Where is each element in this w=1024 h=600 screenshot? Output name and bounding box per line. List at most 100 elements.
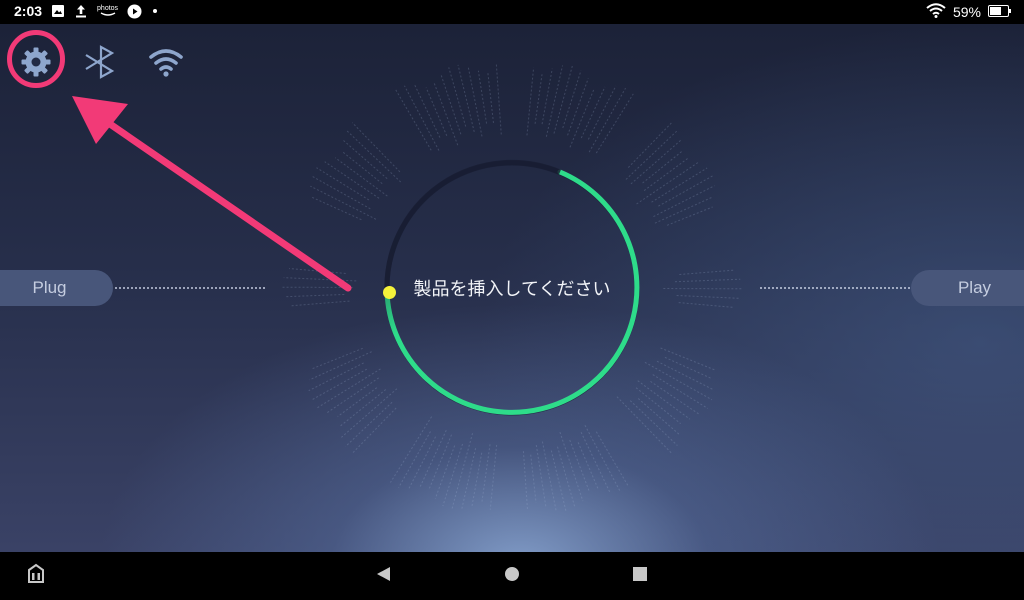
insert-product-prompt: 製品を挿入してください <box>413 279 611 300</box>
amazon-photos-icon: photos <box>97 5 118 17</box>
right-connector-line <box>760 287 910 289</box>
app-screen: Plug Play 製品を挿入してください <box>0 24 1024 552</box>
tick-mark <box>541 441 557 511</box>
tick-mark <box>283 277 357 282</box>
play-button-label: Play <box>957 278 992 297</box>
tick-mark <box>674 278 741 283</box>
tick-mark <box>345 401 393 447</box>
tick-mark <box>342 139 388 180</box>
tick-mark <box>404 85 440 151</box>
tick-mark <box>567 78 589 136</box>
image-icon <box>51 4 65 18</box>
tick-mark <box>317 368 381 409</box>
status-bar-right: 59% <box>926 3 1012 21</box>
wifi-button[interactable] <box>146 44 186 84</box>
tick-mark <box>334 157 388 197</box>
tick-mark <box>487 71 494 123</box>
battery-percentage: 59% <box>952 4 981 20</box>
back-icon <box>374 565 392 587</box>
tick-mark <box>457 64 475 132</box>
tick-mark <box>652 374 709 409</box>
plug-button-label: Plug <box>32 278 67 297</box>
tick-mark <box>580 432 611 492</box>
recents-button[interactable] <box>628 564 652 588</box>
tick-mark <box>679 269 735 276</box>
tick-mark <box>290 300 350 307</box>
tick-mark <box>625 129 679 180</box>
tick-mark <box>553 65 573 134</box>
tick-mark <box>467 66 483 137</box>
dot-icon <box>153 9 158 13</box>
bluetooth-button[interactable] <box>80 44 120 84</box>
tick-mark <box>584 424 621 491</box>
settings-highlight-circle <box>7 30 65 88</box>
status-bar-left: 2:03 photos <box>14 3 158 19</box>
tick-mark <box>289 268 346 274</box>
tick-mark <box>557 446 576 509</box>
tick-mark <box>310 185 377 220</box>
tick-mark <box>339 389 387 427</box>
tick-mark <box>630 138 683 185</box>
battery-icon <box>988 4 1012 20</box>
wifi-signal-icon <box>926 3 946 21</box>
tick-mark <box>666 206 713 226</box>
play-button[interactable]: Play <box>911 270 1024 306</box>
tick-mark <box>530 454 537 503</box>
tick-mark <box>595 431 629 487</box>
upload-icon <box>74 4 88 18</box>
tick-mark <box>653 185 715 217</box>
tick-mark <box>616 396 673 454</box>
tick-mark <box>471 452 483 507</box>
tick-mark <box>352 407 397 454</box>
tick-mark <box>635 387 681 424</box>
tick-mark <box>326 377 380 414</box>
tick-mark <box>627 122 672 168</box>
tick-mark <box>637 380 691 420</box>
tick-mark <box>345 129 402 183</box>
tick-mark <box>595 93 634 154</box>
tick-mark <box>643 158 688 192</box>
tick-mark <box>442 443 463 507</box>
tick-mark <box>311 175 371 210</box>
tick-mark <box>481 444 491 502</box>
tick-mark <box>629 400 678 446</box>
tick-mark <box>550 450 567 512</box>
home-button[interactable] <box>500 564 524 588</box>
status-bar: 2:03 photos 59% <box>0 0 1024 24</box>
tick-mark <box>569 88 595 148</box>
tick-mark <box>636 161 699 205</box>
tick-mark <box>577 442 599 491</box>
tick-mark <box>398 431 431 488</box>
plug-button[interactable]: Plug <box>0 270 113 306</box>
home-icon <box>504 566 520 586</box>
toolbox-icon <box>25 563 47 589</box>
tick-mark <box>448 67 467 127</box>
tick-mark <box>534 74 543 124</box>
toolbox-button[interactable] <box>24 563 48 589</box>
navigation-bar <box>0 552 1024 600</box>
tick-mark <box>495 64 502 135</box>
tick-mark <box>324 161 380 199</box>
tick-mark <box>569 439 590 492</box>
tick-mark <box>309 351 372 381</box>
tick-mark <box>545 65 564 137</box>
bluetooth-icon <box>82 44 118 84</box>
tick-mark <box>341 388 398 438</box>
tick-mark <box>664 356 711 379</box>
tick-mark <box>526 67 535 136</box>
tick-mark <box>676 294 740 299</box>
recents-icon <box>632 566 648 586</box>
tick-mark <box>434 445 456 499</box>
left-connector-line <box>115 287 265 289</box>
tick-mark <box>395 89 432 151</box>
tick-mark <box>562 70 582 129</box>
tick-mark <box>651 167 708 203</box>
back-button[interactable] <box>371 564 395 588</box>
play-icon <box>127 4 142 19</box>
tick-mark <box>644 361 713 401</box>
tick-mark <box>425 87 448 137</box>
tick-mark <box>312 347 363 370</box>
tick-mark <box>284 293 345 298</box>
wifi-icon <box>148 46 184 82</box>
tick-mark <box>351 122 401 173</box>
